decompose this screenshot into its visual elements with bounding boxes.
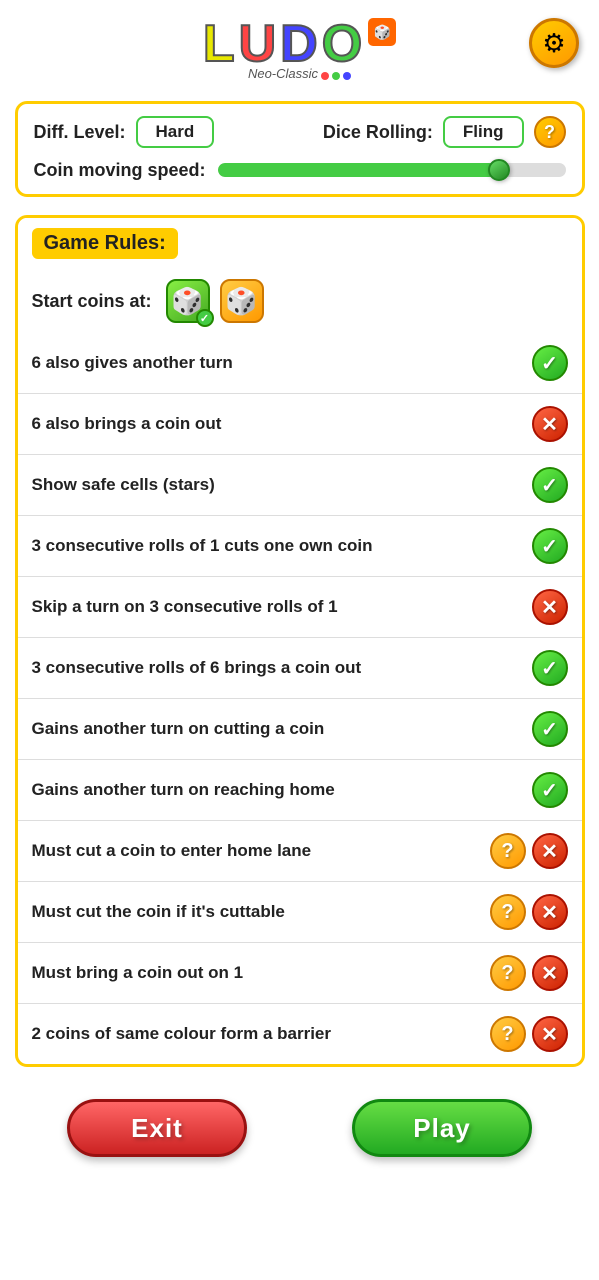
rule-text: Must bring a coin out on 1 <box>32 963 244 982</box>
rule-icons: ✓ <box>470 711 568 747</box>
rule-row: 2 coins of same colour form a barrier?✕ <box>18 1004 582 1065</box>
rule-text: Must cut a coin to enter home lane <box>32 841 312 860</box>
orange-question-icon: ? <box>490 833 526 869</box>
red-cross-icon: ✕ <box>532 406 568 442</box>
rule-icons: ?✕ <box>470 1016 568 1052</box>
play-button[interactable]: Play <box>352 1099 532 1157</box>
header: LUDO 🎲 Neo-Classic ⚙ <box>0 0 599 91</box>
red-cross-icon: ✕ <box>532 833 568 869</box>
logo-dice-icon: 🎲 <box>368 18 396 46</box>
rule-row: Must cut the coin if it's cuttable?✕ <box>18 882 582 943</box>
rule-text: 3 consecutive rolls of 6 brings a coin o… <box>32 658 362 677</box>
start-coins-label: Start coins at: <box>32 291 152 312</box>
rule-text: 6 also gives another turn <box>32 353 233 372</box>
rules-table: Start coins at: 🎲 ✓ 🎲 6 also gives anoth… <box>18 269 582 1064</box>
rule-icons: ✓ <box>470 650 568 686</box>
rule-row: Gains another turn on reaching home ✓ <box>18 760 582 821</box>
rule-icons: ?✕ <box>470 894 568 930</box>
rule-row: 6 also gives another turn ✓ <box>18 333 582 394</box>
rule-icons: ✕ <box>470 406 568 442</box>
rule-row: 3 consecutive rolls of 1 cuts one own co… <box>18 516 582 577</box>
logo-subtitle: Neo-Classic <box>248 66 318 81</box>
rules-container: Game Rules: Start coins at: 🎲 ✓ 🎲 <box>15 215 585 1067</box>
red-cross-icon: ✕ <box>532 589 568 625</box>
red-cross-icon: ✕ <box>532 1016 568 1052</box>
orange-question-icon: ? <box>490 1016 526 1052</box>
rules-header: Game Rules: <box>18 218 582 269</box>
slider-thumb[interactable] <box>488 159 510 181</box>
dice-rolling-label: Dice Rolling: <box>323 122 433 143</box>
rule-icons: ✓ <box>470 345 568 381</box>
rule-text: 6 also brings a coin out <box>32 414 222 433</box>
rule-icons: ✕ <box>470 589 568 625</box>
rules-title: Game Rules: <box>32 228 178 259</box>
rule-icons: ✓ <box>470 528 568 564</box>
rule-icons: ?✕ <box>470 833 568 869</box>
rule-text: Show safe cells (stars) <box>32 475 215 494</box>
logo: LUDO 🎲 Neo-Classic <box>203 18 396 81</box>
rule-row: 6 also brings a coin out ✕ <box>18 394 582 455</box>
start-option-6-btn[interactable]: 🎲 <box>220 279 264 323</box>
rule-icons: ✓ <box>470 772 568 808</box>
red-cross-icon: ✕ <box>532 955 568 991</box>
rule-text: Skip a turn on 3 consecutive rolls of 1 <box>32 597 338 616</box>
rule-text: 2 coins of same colour form a barrier <box>32 1024 331 1043</box>
start-coins-options: 🎲 ✓ 🎲 <box>166 279 264 323</box>
green-check-icon: ✓ <box>532 345 568 381</box>
rule-row: Must bring a coin out on 1?✕ <box>18 943 582 1004</box>
rule-text: Must cut the coin if it's cuttable <box>32 902 285 921</box>
rule-text: Gains another turn on reaching home <box>32 780 335 799</box>
speed-label: Coin moving speed: <box>34 160 206 181</box>
diff-level-label: Diff. Level: <box>34 122 126 143</box>
green-check-icon: ✓ <box>532 711 568 747</box>
speed-slider[interactable] <box>218 158 566 182</box>
green-check-icon: ✓ <box>532 772 568 808</box>
rule-icons: ✓ <box>470 467 568 503</box>
orange-question-icon: ? <box>490 894 526 930</box>
rule-icons: ?✕ <box>470 955 568 991</box>
dice-6-icon: 🎲 <box>225 286 257 317</box>
start-option-1-btn[interactable]: 🎲 ✓ <box>166 279 210 323</box>
selected-checkmark: ✓ <box>196 309 214 327</box>
green-check-icon: ✓ <box>532 650 568 686</box>
gear-button[interactable]: ⚙ <box>529 18 579 68</box>
rule-row: Show safe cells (stars) ✓ <box>18 455 582 516</box>
rule-row: Skip a turn on 3 consecutive rolls of 1 ✕ <box>18 577 582 638</box>
dice-rolling-value[interactable]: Fling <box>443 116 524 148</box>
rule-row: Gains another turn on cutting a coin ✓ <box>18 699 582 760</box>
settings-panel: Diff. Level: Hard Dice Rolling: Fling ? … <box>15 101 585 197</box>
slider-fill <box>218 163 496 177</box>
red-cross-icon: ✕ <box>532 894 568 930</box>
diff-level-value[interactable]: Hard <box>136 116 215 148</box>
slider-track <box>218 163 566 177</box>
rule-text: Gains another turn on cutting a coin <box>32 719 325 738</box>
green-check-icon: ✓ <box>532 467 568 503</box>
logo-text: LUDO <box>203 18 366 70</box>
green-check-icon: ✓ <box>532 528 568 564</box>
start-coins-row: Start coins at: 🎲 ✓ 🎲 <box>18 269 582 333</box>
rule-row: Must cut a coin to enter home lane?✕ <box>18 821 582 882</box>
gear-icon: ⚙ <box>542 28 565 59</box>
exit-button[interactable]: Exit <box>67 1099 247 1157</box>
footer: Exit Play <box>15 1075 585 1177</box>
rule-row: 3 consecutive rolls of 6 brings a coin o… <box>18 638 582 699</box>
help-button[interactable]: ? <box>534 116 566 148</box>
orange-question-icon: ? <box>490 955 526 991</box>
rule-text: 3 consecutive rolls of 1 cuts one own co… <box>32 536 373 555</box>
